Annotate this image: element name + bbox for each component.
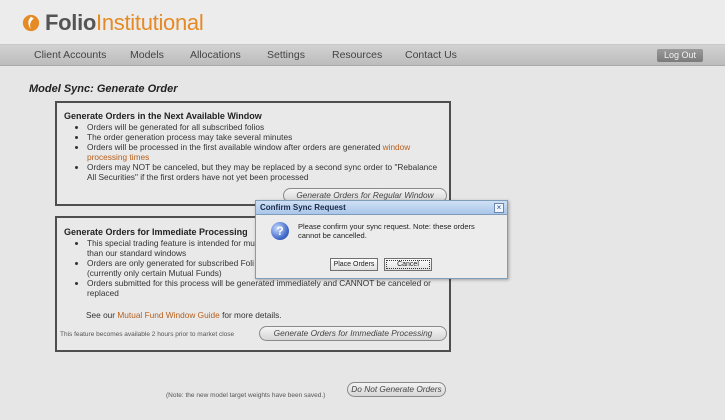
main-nav: Client Accounts Models Allocations Setti… [0, 44, 725, 66]
weights-saved-note: (Note: the new model target weights have… [166, 392, 326, 399]
list-item: Orders will be generated for all subscri… [87, 122, 447, 132]
see-more-prefix: See our [86, 310, 118, 320]
dialog-titlebar[interactable]: Confirm Sync Request × [256, 201, 507, 215]
list-item: The order generation process may take se… [87, 132, 447, 142]
list-item-text: (currently only certain Mutual Funds) [87, 268, 222, 278]
confirm-sync-dialog: Confirm Sync Request × ? Please confirm … [255, 200, 508, 279]
regular-window-list: Orders will be generated for all subscri… [87, 122, 447, 182]
see-more-suffix: for more details. [219, 310, 282, 320]
list-item: Orders may NOT be canceled, but they may… [87, 162, 447, 182]
list-item-text: replaced [87, 288, 119, 298]
question-icon: ? [271, 222, 289, 240]
list-item-text: Orders will be processed in the first av… [87, 142, 383, 152]
list-item: Orders submitted for this process will b… [87, 278, 457, 298]
logout-button[interactable]: Log Out [657, 49, 703, 62]
regular-window-panel: Generate Orders in the Next Available Wi… [55, 101, 451, 206]
brand-name-part1: Folio [45, 10, 97, 35]
folio-logo-icon [22, 14, 40, 32]
generate-immediate-processing-button[interactable]: Generate Orders for Immediate Processing [259, 326, 447, 341]
immediate-processing-heading: Generate Orders for Immediate Processing [64, 227, 248, 237]
list-item: Orders will be processed in the first av… [87, 142, 447, 162]
list-item-text: than our standard windows [87, 248, 187, 258]
list-item-text: Orders submitted for this process will b… [87, 278, 431, 288]
dialog-title: Confirm Sync Request [260, 203, 346, 212]
dialog-message: Please confirm your sync request. Note: … [298, 222, 475, 240]
brand-logo[interactable]: FolioInstitutional [22, 10, 204, 36]
do-not-generate-button[interactable]: Do Not Generate Orders [347, 382, 446, 397]
mutual-fund-window-guide-link[interactable]: Mutual Fund Window Guide [117, 310, 219, 320]
nav-allocations[interactable]: Allocations [190, 49, 241, 61]
cancel-button[interactable]: Cancel [384, 258, 432, 271]
page-title: Model Sync: Generate Order [29, 83, 178, 95]
nav-settings[interactable]: Settings [267, 49, 305, 61]
brand-name-part2: Institutional [96, 10, 204, 35]
nav-client-accounts[interactable]: Client Accounts [34, 49, 106, 61]
place-orders-button[interactable]: Place Orders [330, 258, 378, 271]
availability-note: This feature becomes available 2 hours p… [60, 331, 235, 338]
regular-window-heading: Generate Orders in the Next Available Wi… [64, 111, 262, 121]
close-icon[interactable]: × [494, 203, 504, 213]
list-item-text: This special trading feature is intended… [87, 238, 255, 248]
nav-models[interactable]: Models [130, 49, 164, 61]
list-item-text: Orders are only generated for subscribed… [87, 258, 254, 268]
nav-resources[interactable]: Resources [332, 49, 382, 61]
see-more-text: See our Mutual Fund Window Guide for mor… [86, 310, 282, 320]
app-header: FolioInstitutional [0, 0, 725, 44]
nav-contact-us[interactable]: Contact Us [405, 49, 457, 61]
